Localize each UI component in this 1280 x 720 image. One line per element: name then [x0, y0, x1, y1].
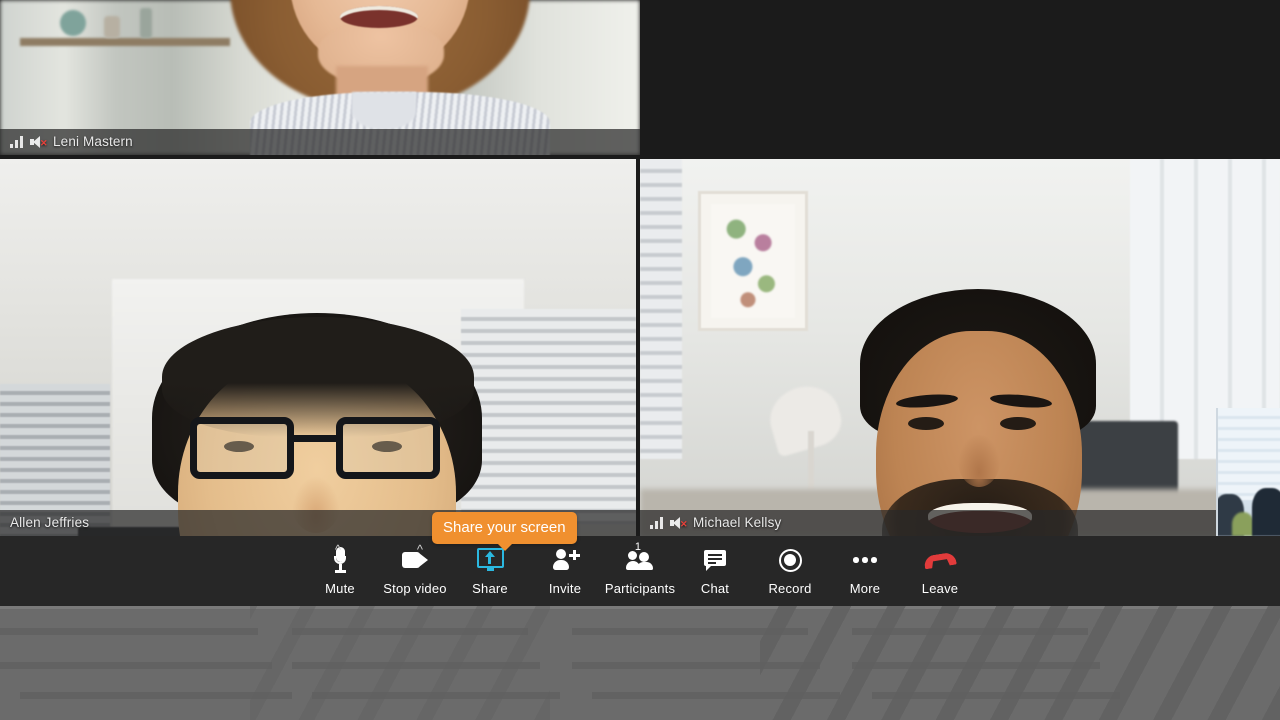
participant-name-label: Allen Jeffries	[10, 515, 90, 531]
side-thumbnail-preview[interactable]	[1216, 408, 1280, 536]
participants-button-label: Participants	[604, 581, 676, 596]
participant-name-label: Leni Mastern	[53, 134, 133, 150]
chat-button-label: Chat	[700, 581, 730, 596]
video-tile-allen-jeffries[interactable]: Allen Jeffries	[0, 159, 636, 536]
participant-name-label: Michael Kellsy	[693, 515, 782, 531]
signal-strength-icon	[10, 136, 23, 148]
mute-button[interactable]: ^ Mute	[303, 543, 378, 596]
participants-count-badge: 1	[634, 541, 641, 553]
share-screen-tooltip: Share your screen	[432, 512, 577, 551]
chat-button[interactable]: Chat	[678, 545, 753, 595]
video-tile-leni-mastern[interactable]: ✕ Leni Mastern	[0, 0, 640, 155]
video-feed-michael-kellsy	[640, 159, 1280, 536]
add-person-icon	[553, 545, 580, 575]
leave-button[interactable]: Leave	[903, 545, 978, 595]
video-conference-app: Terry Griffin ✕	[0, 0, 1280, 720]
participants-button[interactable]: 1 Participants	[603, 541, 678, 596]
video-tile-michael-kellsy[interactable]: ✕ Michael Kellsy	[640, 159, 1280, 536]
video-grid: Terry Griffin ✕	[0, 0, 1280, 536]
participant-name-bar: ✕ Michael Kellsy	[640, 510, 1280, 536]
share-button-label: Share	[472, 581, 508, 596]
invite-button[interactable]: Invite	[528, 545, 603, 595]
invite-button-label: Invite	[548, 581, 582, 596]
more-button[interactable]: More	[828, 545, 903, 595]
signal-strength-icon	[650, 517, 663, 529]
leave-button-label: Leave	[921, 581, 959, 596]
more-button-label: More	[849, 581, 881, 596]
chat-bubble-icon	[704, 545, 726, 575]
background-surface	[0, 606, 1280, 720]
stop-video-button-label: Stop video	[383, 581, 447, 596]
record-button-label: Record	[768, 581, 812, 596]
record-circle-icon	[778, 545, 802, 575]
microphone-icon: ^	[334, 543, 346, 575]
participant-name-bar: ✕ Leni Mastern	[0, 129, 640, 155]
video-camera-icon: ^	[402, 543, 428, 575]
share-button[interactable]: Share	[453, 545, 528, 595]
ellipsis-icon	[853, 545, 877, 575]
mute-button-label: Mute	[325, 581, 355, 596]
video-feed-allen-jeffries	[0, 159, 636, 536]
stop-video-button[interactable]: ^ Stop video	[378, 543, 453, 596]
meeting-toolbar: ^ Mute ^ Stop video Share Invite 1 Parti…	[0, 536, 1280, 606]
chevron-up-icon[interactable]: ^	[417, 543, 423, 556]
hang-up-phone-icon	[924, 545, 956, 575]
record-button[interactable]: Record	[753, 545, 828, 595]
speaker-muted-icon: ✕	[670, 516, 688, 530]
people-icon: 1	[626, 541, 653, 575]
chevron-up-icon[interactable]: ^	[335, 543, 341, 556]
speaker-muted-icon: ✕	[30, 135, 48, 149]
